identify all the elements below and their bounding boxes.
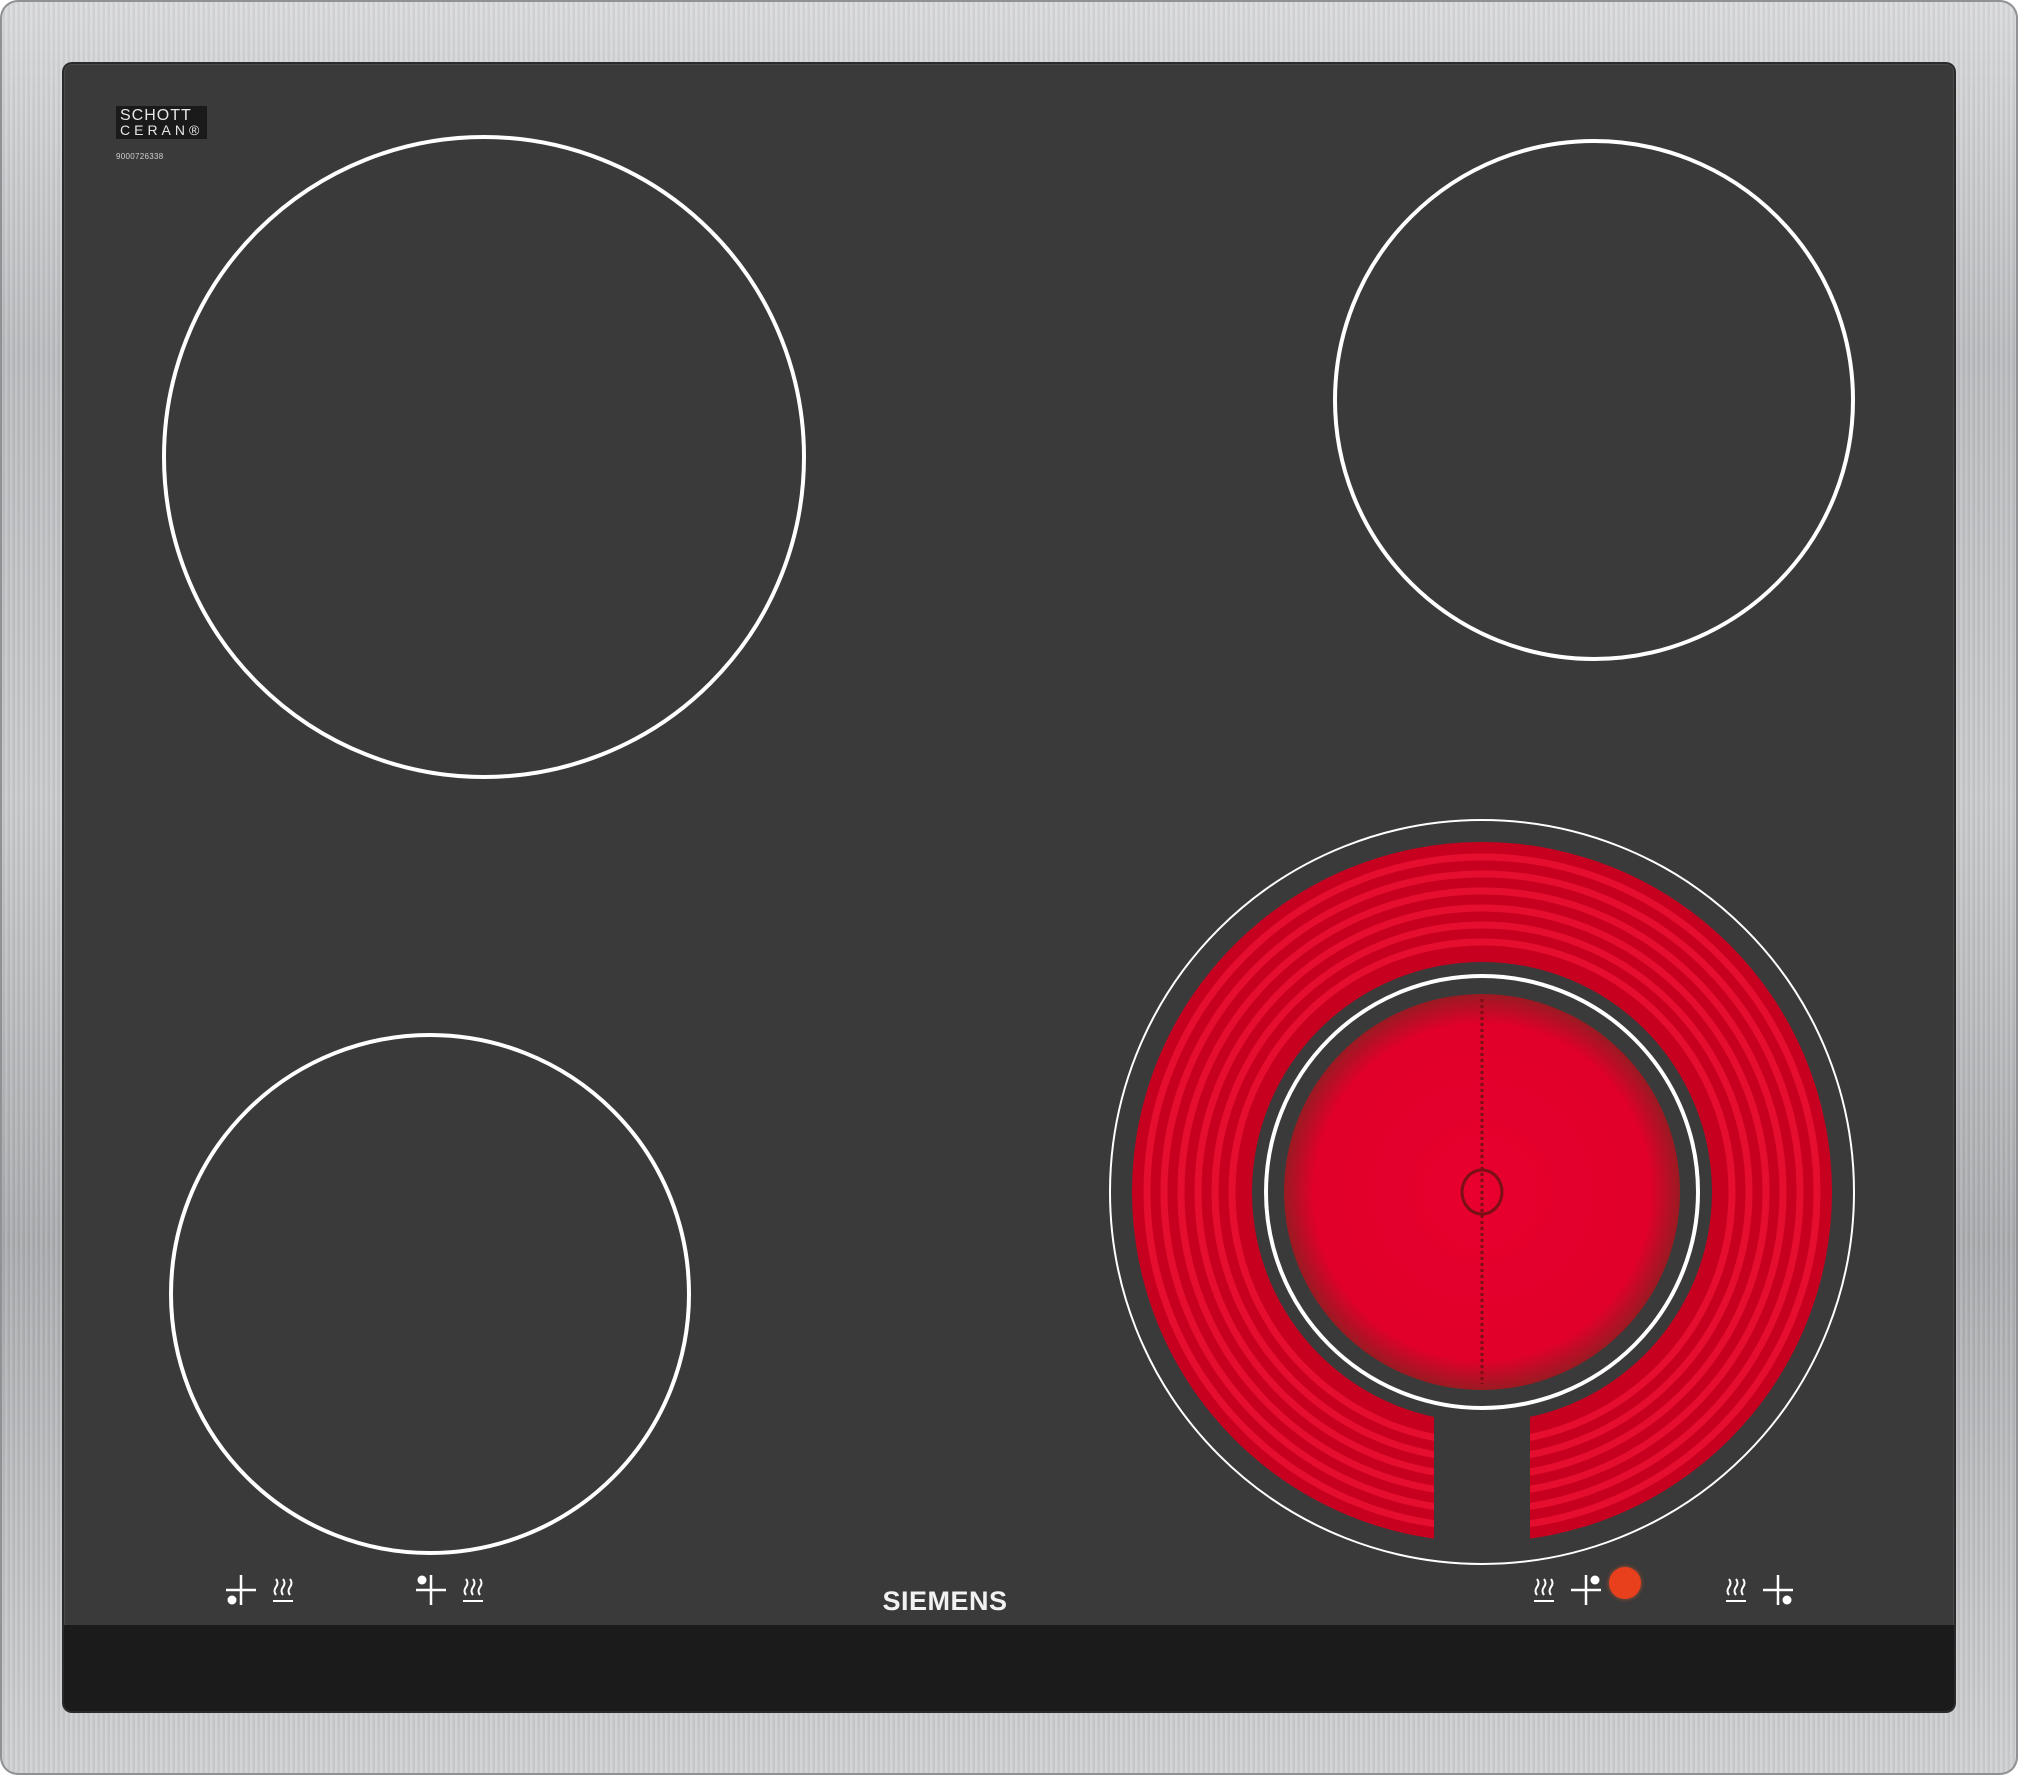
cooking-zones [162,135,1855,1565]
zone-position-icon [226,1575,256,1605]
zone-front-left [169,1033,691,1555]
zone-front-right-dual [1109,819,1855,1565]
control-front-left[interactable] [224,1570,294,1610]
ceramic-glass-cooktop: SCHOTT CERAN® 9000726338 [64,64,1954,1711]
zone-back-right [1333,139,1855,661]
zone-position-icon [1763,1575,1793,1605]
control-strip [64,1625,1954,1711]
heat-waves-icon [463,1578,483,1602]
zone-position-icon [416,1575,446,1605]
heat-waves-icon [1726,1578,1746,1602]
brand-logo: SIEMENS [882,1586,1008,1616]
zone-back-left [162,135,806,779]
heat-waves-icon [273,1578,293,1602]
control-front-right[interactable] [1725,1570,1795,1610]
heat-waves-icon [1534,1578,1554,1602]
control-back-right[interactable] [1533,1570,1603,1610]
control-back-left[interactable] [414,1570,484,1610]
zone-position-icon [1571,1575,1601,1605]
heat-indicator-light [1609,1567,1641,1599]
